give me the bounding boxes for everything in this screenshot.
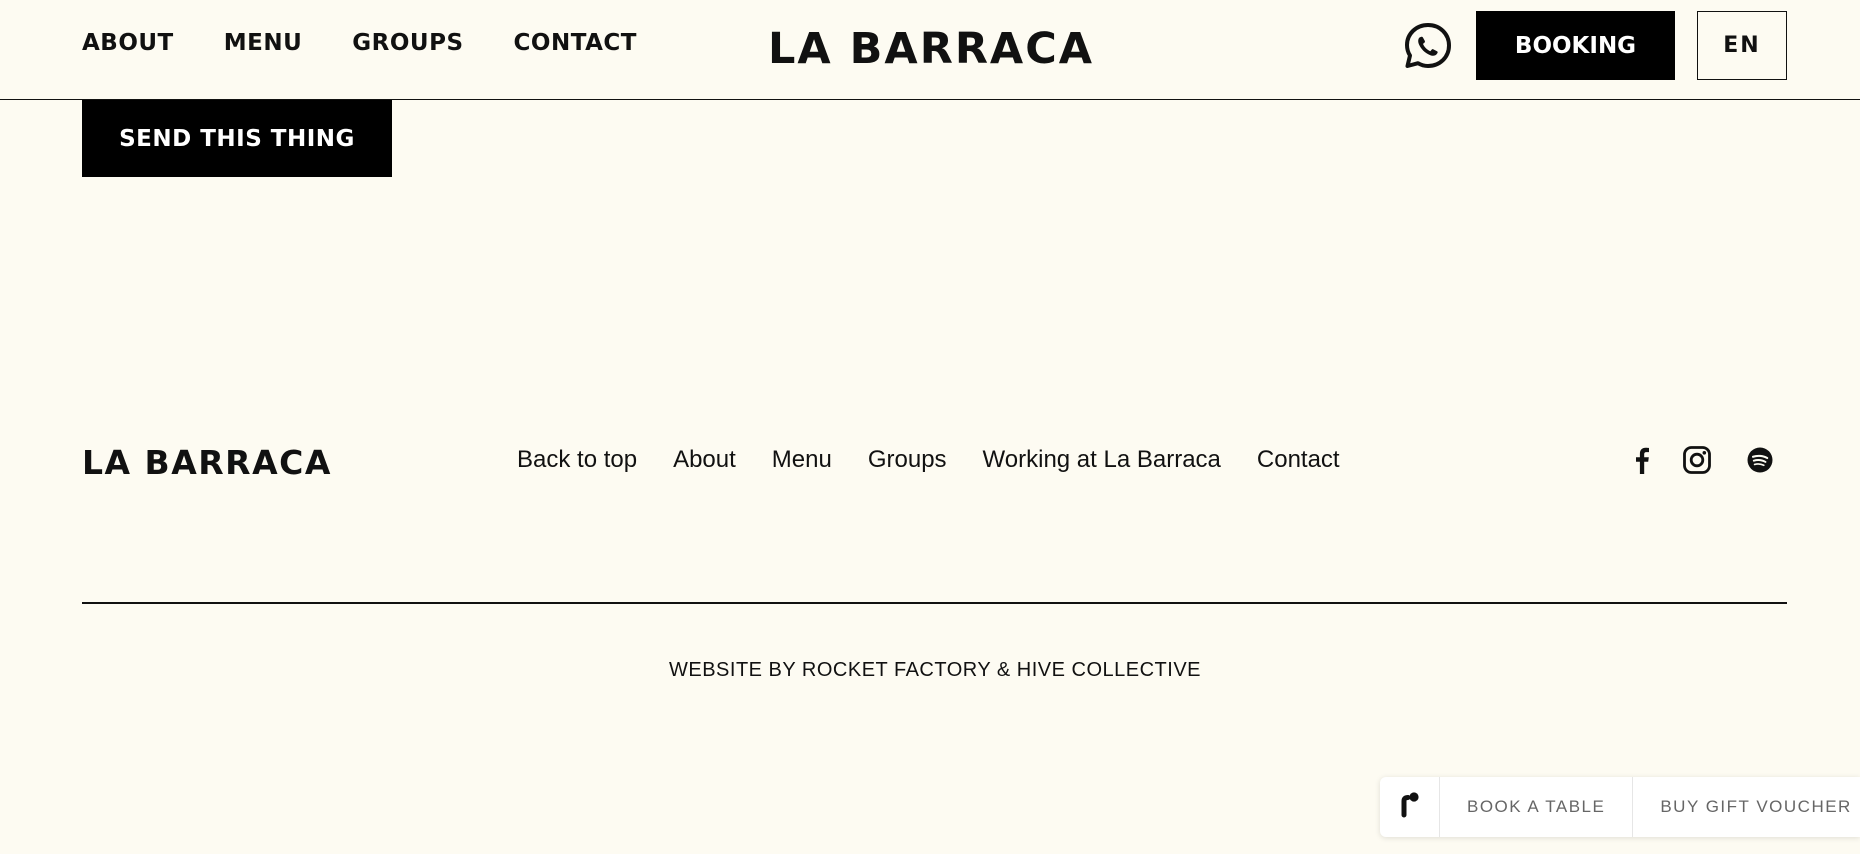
footer-link-menu[interactable]: Menu xyxy=(772,446,832,474)
booking-button[interactable]: BOOKING xyxy=(1476,11,1675,80)
gift-voucher-button[interactable]: BUY GIFT VOUCHER xyxy=(1633,777,1860,837)
nav-groups[interactable]: GROUPS xyxy=(352,30,463,56)
nav-contact[interactable]: CONTACT xyxy=(514,30,637,56)
send-button[interactable]: SEND THIS THING xyxy=(82,100,392,177)
nav-menu[interactable]: MENU xyxy=(224,30,303,56)
facebook-icon[interactable] xyxy=(1626,444,1658,476)
book-table-button[interactable]: BOOK A TABLE xyxy=(1440,777,1634,837)
language-selector[interactable]: EN xyxy=(1697,11,1787,80)
site-header: ABOUT MENU GROUPS CONTACT LA BARRACA BOO… xyxy=(0,0,1860,100)
site-logo[interactable]: LA BARRACA xyxy=(768,24,1100,74)
website-credit[interactable]: WEBSITE BY ROCKET FACTORY & HIVE COLLECT… xyxy=(0,659,1860,682)
instagram-icon[interactable] xyxy=(1681,444,1713,476)
main-nav: ABOUT MENU GROUPS CONTACT xyxy=(82,30,637,56)
booking-widget: BOOK A TABLE BUY GIFT VOUCHER xyxy=(1380,777,1860,837)
footer-link-about[interactable]: About xyxy=(673,446,736,474)
footer-link-contact[interactable]: Contact xyxy=(1257,446,1340,474)
spotify-icon[interactable] xyxy=(1744,444,1776,476)
whatsapp-icon[interactable] xyxy=(1402,21,1454,71)
footer-link-working[interactable]: Working at La Barraca xyxy=(983,446,1221,474)
nav-about[interactable]: ABOUT xyxy=(82,30,174,56)
widget-logo-icon[interactable] xyxy=(1380,777,1440,837)
footer-nav: Back to top About Menu Groups Working at… xyxy=(517,446,1340,474)
footer-divider xyxy=(82,602,1787,604)
footer-link-back-to-top[interactable]: Back to top xyxy=(517,446,637,474)
footer-logo[interactable]: LA BARRACA xyxy=(82,443,342,482)
footer-link-groups[interactable]: Groups xyxy=(868,446,947,474)
